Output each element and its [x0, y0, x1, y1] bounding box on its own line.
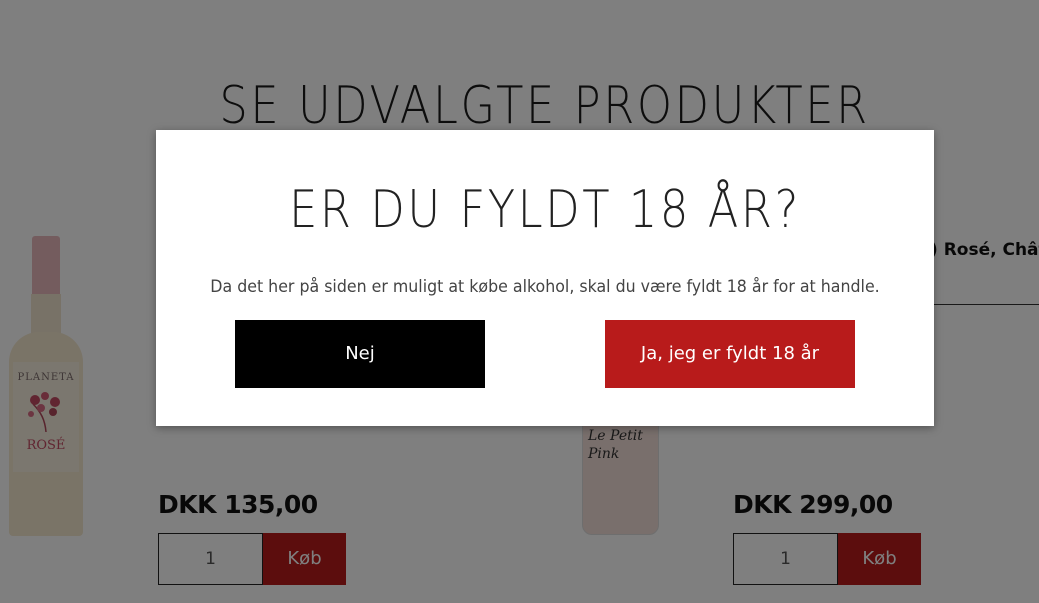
modal-title: ER DU FYLDT 18 ÅR?	[289, 180, 801, 240]
yes-button[interactable]: Ja, jeg er fyldt 18 år	[605, 320, 855, 388]
no-button[interactable]: Nej	[235, 320, 485, 388]
modal-text: Da det her på siden er muligt at købe al…	[210, 277, 880, 297]
age-verification-modal: ER DU FYLDT 18 ÅR? Da det her på siden e…	[156, 130, 934, 426]
